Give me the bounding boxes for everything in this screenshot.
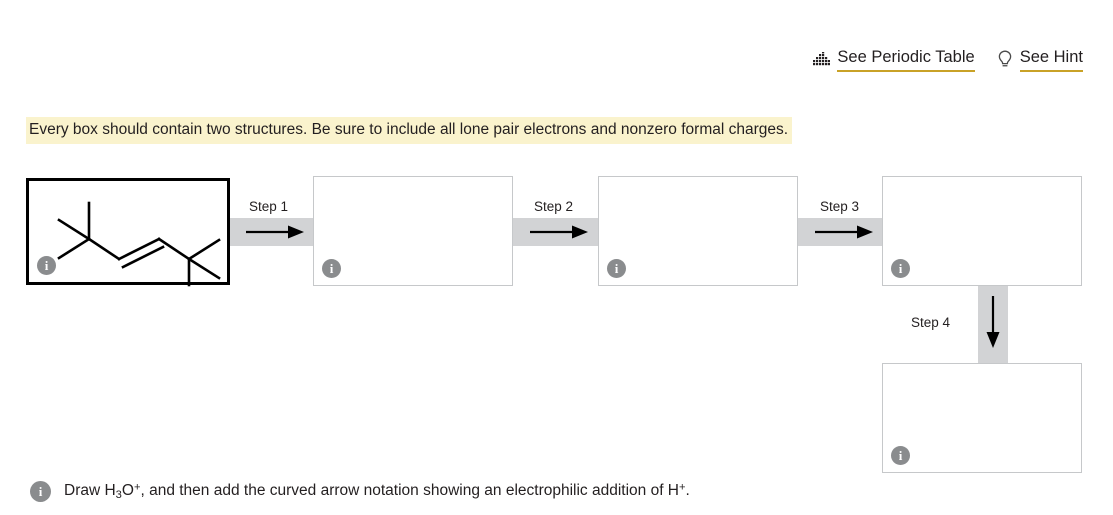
info-icon[interactable]: i <box>891 446 910 465</box>
info-icon[interactable]: i <box>30 481 51 503</box>
step4-answer-box[interactable]: i <box>882 363 1082 473</box>
step2-label: Step 2 <box>534 199 574 214</box>
step4-label: Step 4 <box>911 315 951 330</box>
info-icon[interactable]: i <box>322 259 341 278</box>
task-text-part3: , and then add the curved arrow notation… <box>140 482 680 499</box>
task-text-part4: . <box>685 482 690 499</box>
info-icon[interactable]: i <box>607 259 626 278</box>
step1-label: Step 1 <box>249 199 289 214</box>
step1-answer-box[interactable]: i <box>313 176 513 286</box>
step4-connector <box>978 286 1008 364</box>
step3-connector <box>797 218 889 246</box>
starting-structure-box[interactable]: i <box>26 178 230 287</box>
molecule-2255-tetramethyl-3-hexene <box>57 201 221 287</box>
info-icon[interactable]: i <box>37 256 56 275</box>
task-instruction: i Draw H3O+, and then add the curved arr… <box>30 481 690 503</box>
task-text-part1: Draw H <box>64 482 116 499</box>
step2-answer-box[interactable]: i <box>598 176 798 286</box>
step3-label: Step 3 <box>820 199 860 214</box>
step2-connector <box>512 218 604 246</box>
step3-answer-box[interactable]: i <box>882 176 1082 286</box>
task-instruction-text: Draw H3O+, and then add the curved arrow… <box>64 481 690 503</box>
reaction-flow-diagram: Step 1 Step 2 Step 3 Step 4 i i i i i <box>0 0 1113 515</box>
task-text-part2: O <box>121 482 134 499</box>
step1-connector <box>228 218 320 246</box>
info-icon[interactable]: i <box>891 259 910 278</box>
